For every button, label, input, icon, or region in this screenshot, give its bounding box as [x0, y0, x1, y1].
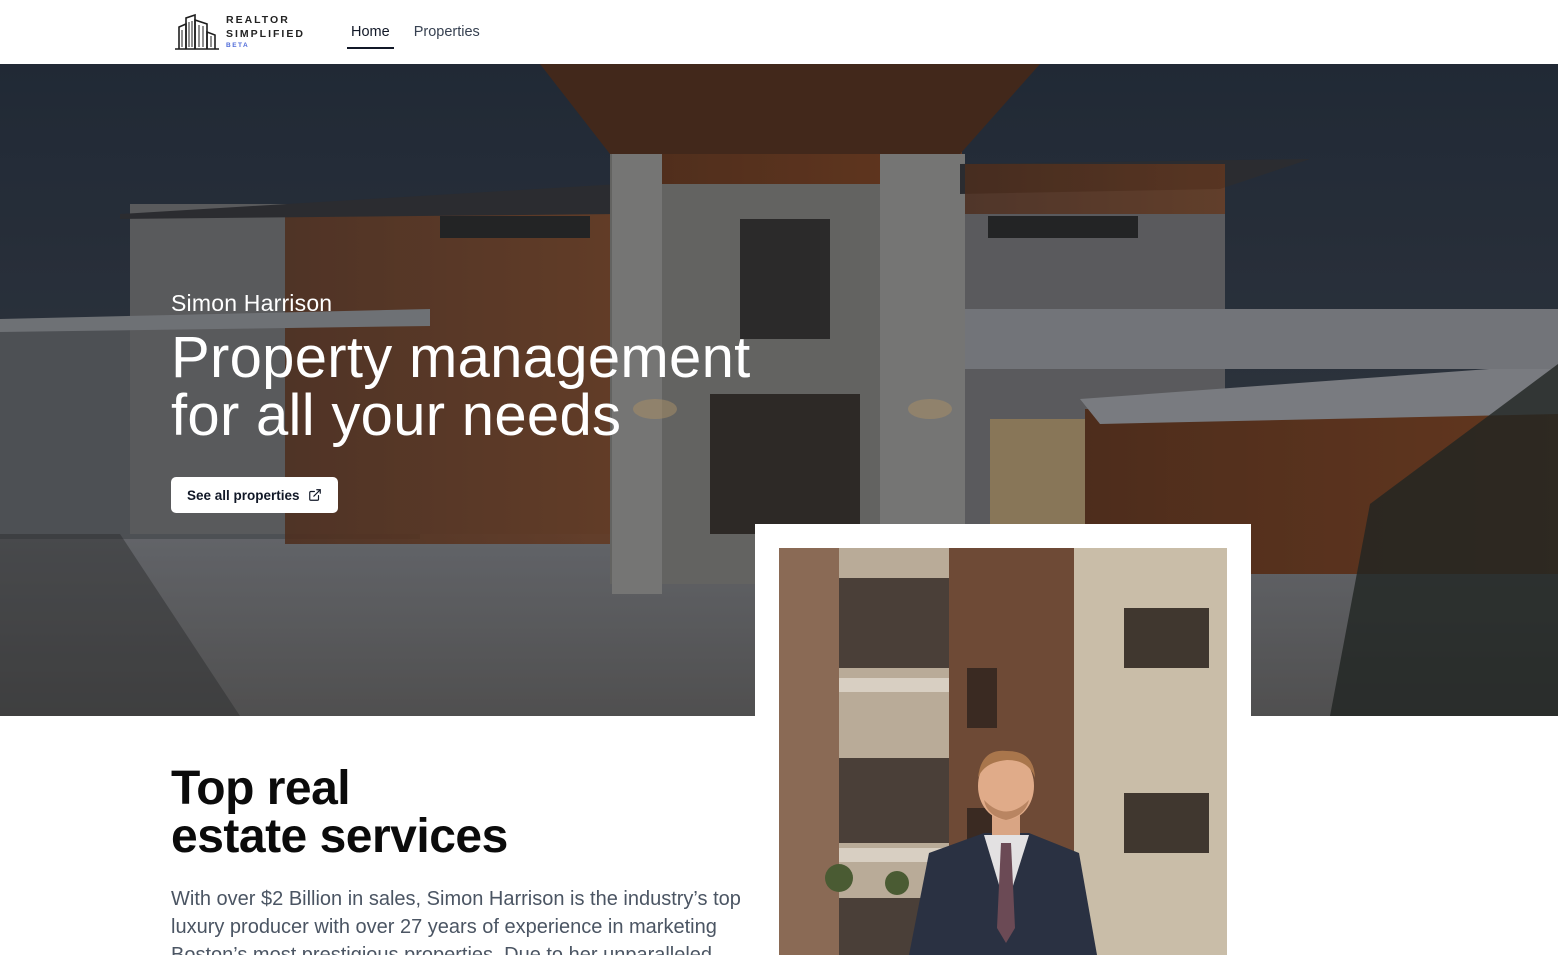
- agent-portrait-image: [779, 548, 1227, 955]
- beta-badge: BETA: [226, 42, 250, 49]
- services-title-line-2: estate services: [171, 810, 508, 863]
- agent-portrait-card: [755, 524, 1251, 955]
- hero-content: Simon Harrison Property management for a…: [171, 290, 811, 513]
- see-all-properties-label: See all properties: [187, 487, 300, 503]
- nav-item-properties[interactable]: Properties: [410, 17, 484, 47]
- brand-line-2: SIMPLIFIED: [226, 28, 305, 40]
- services-description: With over $2 Billion in sales, Simon Har…: [171, 888, 741, 955]
- nav-item-home[interactable]: Home: [347, 17, 394, 49]
- brand-logo[interactable]: REALTOR SIMPLIFIED BETA: [173, 12, 305, 52]
- services-section: Top real estate services With over $2 Bi…: [171, 765, 751, 955]
- building-logo-icon: [175, 13, 219, 50]
- brand-line-1: REALTOR: [226, 14, 290, 26]
- agent-photo-illustration: [779, 548, 1227, 955]
- top-navbar: REALTOR SIMPLIFIED BETA Home Properties: [0, 0, 1558, 64]
- services-title: Top real estate services: [171, 765, 751, 861]
- see-all-properties-button[interactable]: See all properties: [171, 477, 338, 513]
- services-title-line-1: Top real: [171, 762, 351, 815]
- hero-title: Property management for all your needs: [171, 329, 811, 445]
- main-nav: Home Properties: [347, 0, 500, 64]
- brand-wordmark: REALTOR SIMPLIFIED BETA: [226, 13, 305, 50]
- external-link-icon: [308, 489, 321, 501]
- hero-title-line-1: Property management: [171, 325, 751, 390]
- hero-title-line-2: for all your needs: [171, 383, 622, 448]
- agent-name: Simon Harrison: [171, 290, 333, 316]
